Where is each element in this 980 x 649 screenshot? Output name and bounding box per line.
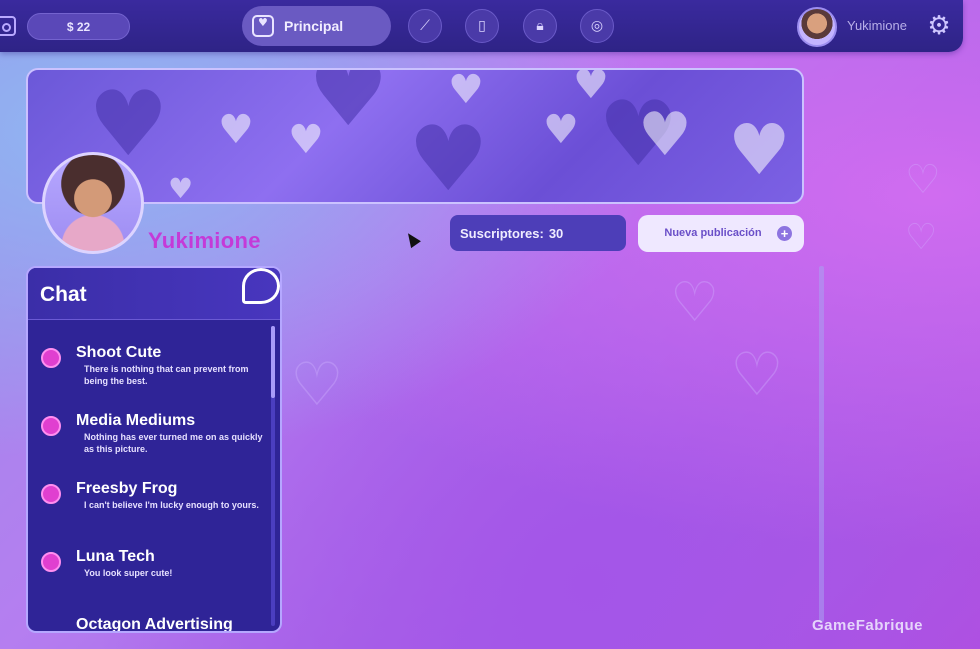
contact-name: Octagon Advertising	[76, 616, 233, 633]
heart-icon: ♡	[905, 217, 938, 258]
subscribers-label: Suscriptores:	[460, 225, 544, 241]
contact-message: There is nothing that can prevent from b…	[84, 364, 249, 386]
contact-name: Media Mediums	[76, 412, 196, 429]
nav-principal-button[interactable]: Principal	[242, 6, 391, 46]
subscribers-value: 30	[548, 225, 564, 241]
contact-avatar-icon	[41, 348, 61, 368]
heart-icon: ♡	[670, 270, 720, 334]
heart-icon: ♥	[543, 107, 579, 153]
list-item[interactable]: Freesby Frog I can't believe I'm lucky e…	[28, 462, 270, 530]
stats-icon[interactable]: ⟋	[408, 9, 442, 43]
profile-avatar[interactable]	[42, 152, 144, 254]
avatar[interactable]	[797, 7, 837, 47]
heart-icon: ♥	[573, 68, 609, 108]
list-item[interactable]: Shoot Cute There is nothing that can pre…	[28, 326, 270, 394]
contact-message: I can't believe I'm lucky enough to your…	[84, 500, 259, 510]
list-item[interactable]: Luna Tech You look super cute!	[28, 530, 270, 598]
heart-icon: ♥	[728, 109, 791, 191]
money-display: $ 22	[27, 13, 130, 40]
nav-principal-label: Principal	[284, 18, 344, 34]
mouse-cursor-icon	[403, 229, 421, 249]
lock-icon[interactable]: 🔒︎	[523, 9, 557, 43]
profile-banner: ♥ ♥ ♥ ♥ ♥ ♥ ♥ ♥ ♥ ♥ ♥ ♥	[26, 68, 804, 204]
heart-icon: ♡	[290, 350, 344, 420]
heart-icon: ♡	[730, 340, 784, 410]
contact-name: Freesby Frog	[76, 480, 178, 497]
heart-icon: ♥	[168, 172, 194, 204]
contact-name: Luna Tech	[76, 548, 155, 565]
heart-icon: ♥	[448, 68, 484, 113]
content-scrollbar[interactable]	[819, 266, 824, 622]
profile-name: Yukimione	[148, 228, 261, 253]
new-post-button[interactable]: Nueva publicación +	[638, 215, 804, 252]
contact-message: Nothing has ever turned me on as quickly…	[84, 432, 263, 454]
contact-avatar-icon	[41, 552, 61, 572]
contact-avatar-icon	[41, 416, 61, 436]
chat-title: Chat	[40, 283, 87, 306]
chat-scrollbar-thumb[interactable]	[271, 326, 275, 398]
wallet-icon[interactable]	[0, 16, 16, 36]
monitor-heart-icon	[252, 15, 274, 37]
chat-panel: Chat Shoot Cute There is nothing that ca…	[26, 266, 282, 633]
heart-icon: ♥	[638, 100, 692, 170]
contact-message: You look super cute!	[84, 568, 173, 578]
money-value: $ 22	[66, 19, 91, 34]
heart-icon: ♥	[218, 107, 254, 153]
contact-avatar-icon	[41, 484, 61, 504]
subscribers-box: Suscriptores: 30	[450, 215, 626, 251]
heart-icon: ♥	[408, 107, 489, 204]
username-top: Yukimione	[847, 18, 907, 33]
chat-list: Shoot Cute There is nothing that can pre…	[28, 326, 270, 633]
heart-icon: ♡	[905, 157, 941, 203]
phone-icon[interactable]: ▯	[465, 9, 499, 43]
top-bar: $ 22 Principal ⟋ ▯ 🔒︎ ◎ Yukimione ⚙	[0, 0, 963, 52]
heart-icon: ♥	[288, 117, 324, 163]
new-post-label: Nueva publicación	[664, 227, 762, 239]
chat-bubble-icon	[242, 268, 280, 304]
list-item[interactable]: Media Mediums Nothing has ever turned me…	[28, 394, 270, 462]
gear-icon[interactable]: ⚙	[925, 12, 953, 40]
settings-wheel-icon[interactable]: ◎	[580, 9, 614, 43]
contact-name: Shoot Cute	[76, 344, 162, 361]
plus-icon: +	[777, 226, 792, 241]
list-item[interactable]: Octagon Advertising	[28, 598, 270, 633]
chat-header: Chat	[28, 268, 280, 320]
watermark: GameFabrique	[812, 617, 924, 634]
